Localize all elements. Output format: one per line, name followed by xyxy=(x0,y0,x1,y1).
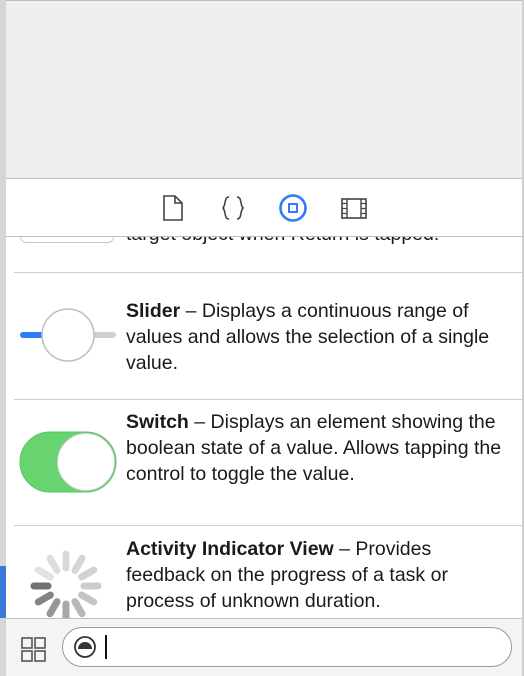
library-item-slider[interactable]: Slider – Displays a continuous range of … xyxy=(6,273,522,399)
library-item-description: target object when Return is tapped. xyxy=(126,237,511,247)
code-snippet-tab[interactable] xyxy=(218,193,248,223)
grid-view-icon xyxy=(21,637,46,662)
object-library-list: target object when Return is tapped. Sli… xyxy=(6,237,522,618)
library-item-text: Activity Indicator View – Provides feedb… xyxy=(126,536,511,614)
view-mode-toggle[interactable] xyxy=(20,636,48,664)
library-item-partial[interactable]: target object when Return is tapped. xyxy=(6,237,522,271)
library-filter-bar xyxy=(6,618,522,676)
library-item-activity-indicator[interactable]: Activity Indicator View – Provides feedb… xyxy=(6,526,522,618)
library-filter-field[interactable] xyxy=(62,627,512,667)
library-item-description: – Displays a continuous range of values … xyxy=(126,300,490,374)
library-item-text: Slider – Displays a continuous range of … xyxy=(126,298,511,376)
library-filter-input[interactable] xyxy=(103,634,502,662)
library-item-title: Slider xyxy=(126,300,181,322)
object-filter-icon xyxy=(74,636,96,658)
text-cursor xyxy=(105,635,107,659)
file-icon xyxy=(163,195,183,221)
braces-icon xyxy=(221,196,245,220)
library-selector-bar xyxy=(6,179,522,237)
media-library-tab[interactable] xyxy=(339,193,369,223)
object-library-icon xyxy=(279,194,307,222)
film-strip-icon xyxy=(341,198,367,219)
file-template-tab[interactable] xyxy=(158,193,188,223)
object-library-tab[interactable] xyxy=(278,193,308,223)
activity-indicator-icon xyxy=(30,550,102,618)
text-field-icon xyxy=(20,237,114,243)
inspector-pane xyxy=(6,0,522,179)
slider-icon xyxy=(20,308,116,362)
library-item-switch[interactable]: Switch – Displays an element showing the… xyxy=(6,400,522,525)
library-item-text: Switch – Displays an element showing the… xyxy=(126,409,511,487)
library-item-title: Activity Indicator View xyxy=(126,538,334,560)
library-item-title: Switch xyxy=(126,411,189,433)
switch-icon xyxy=(19,431,117,493)
